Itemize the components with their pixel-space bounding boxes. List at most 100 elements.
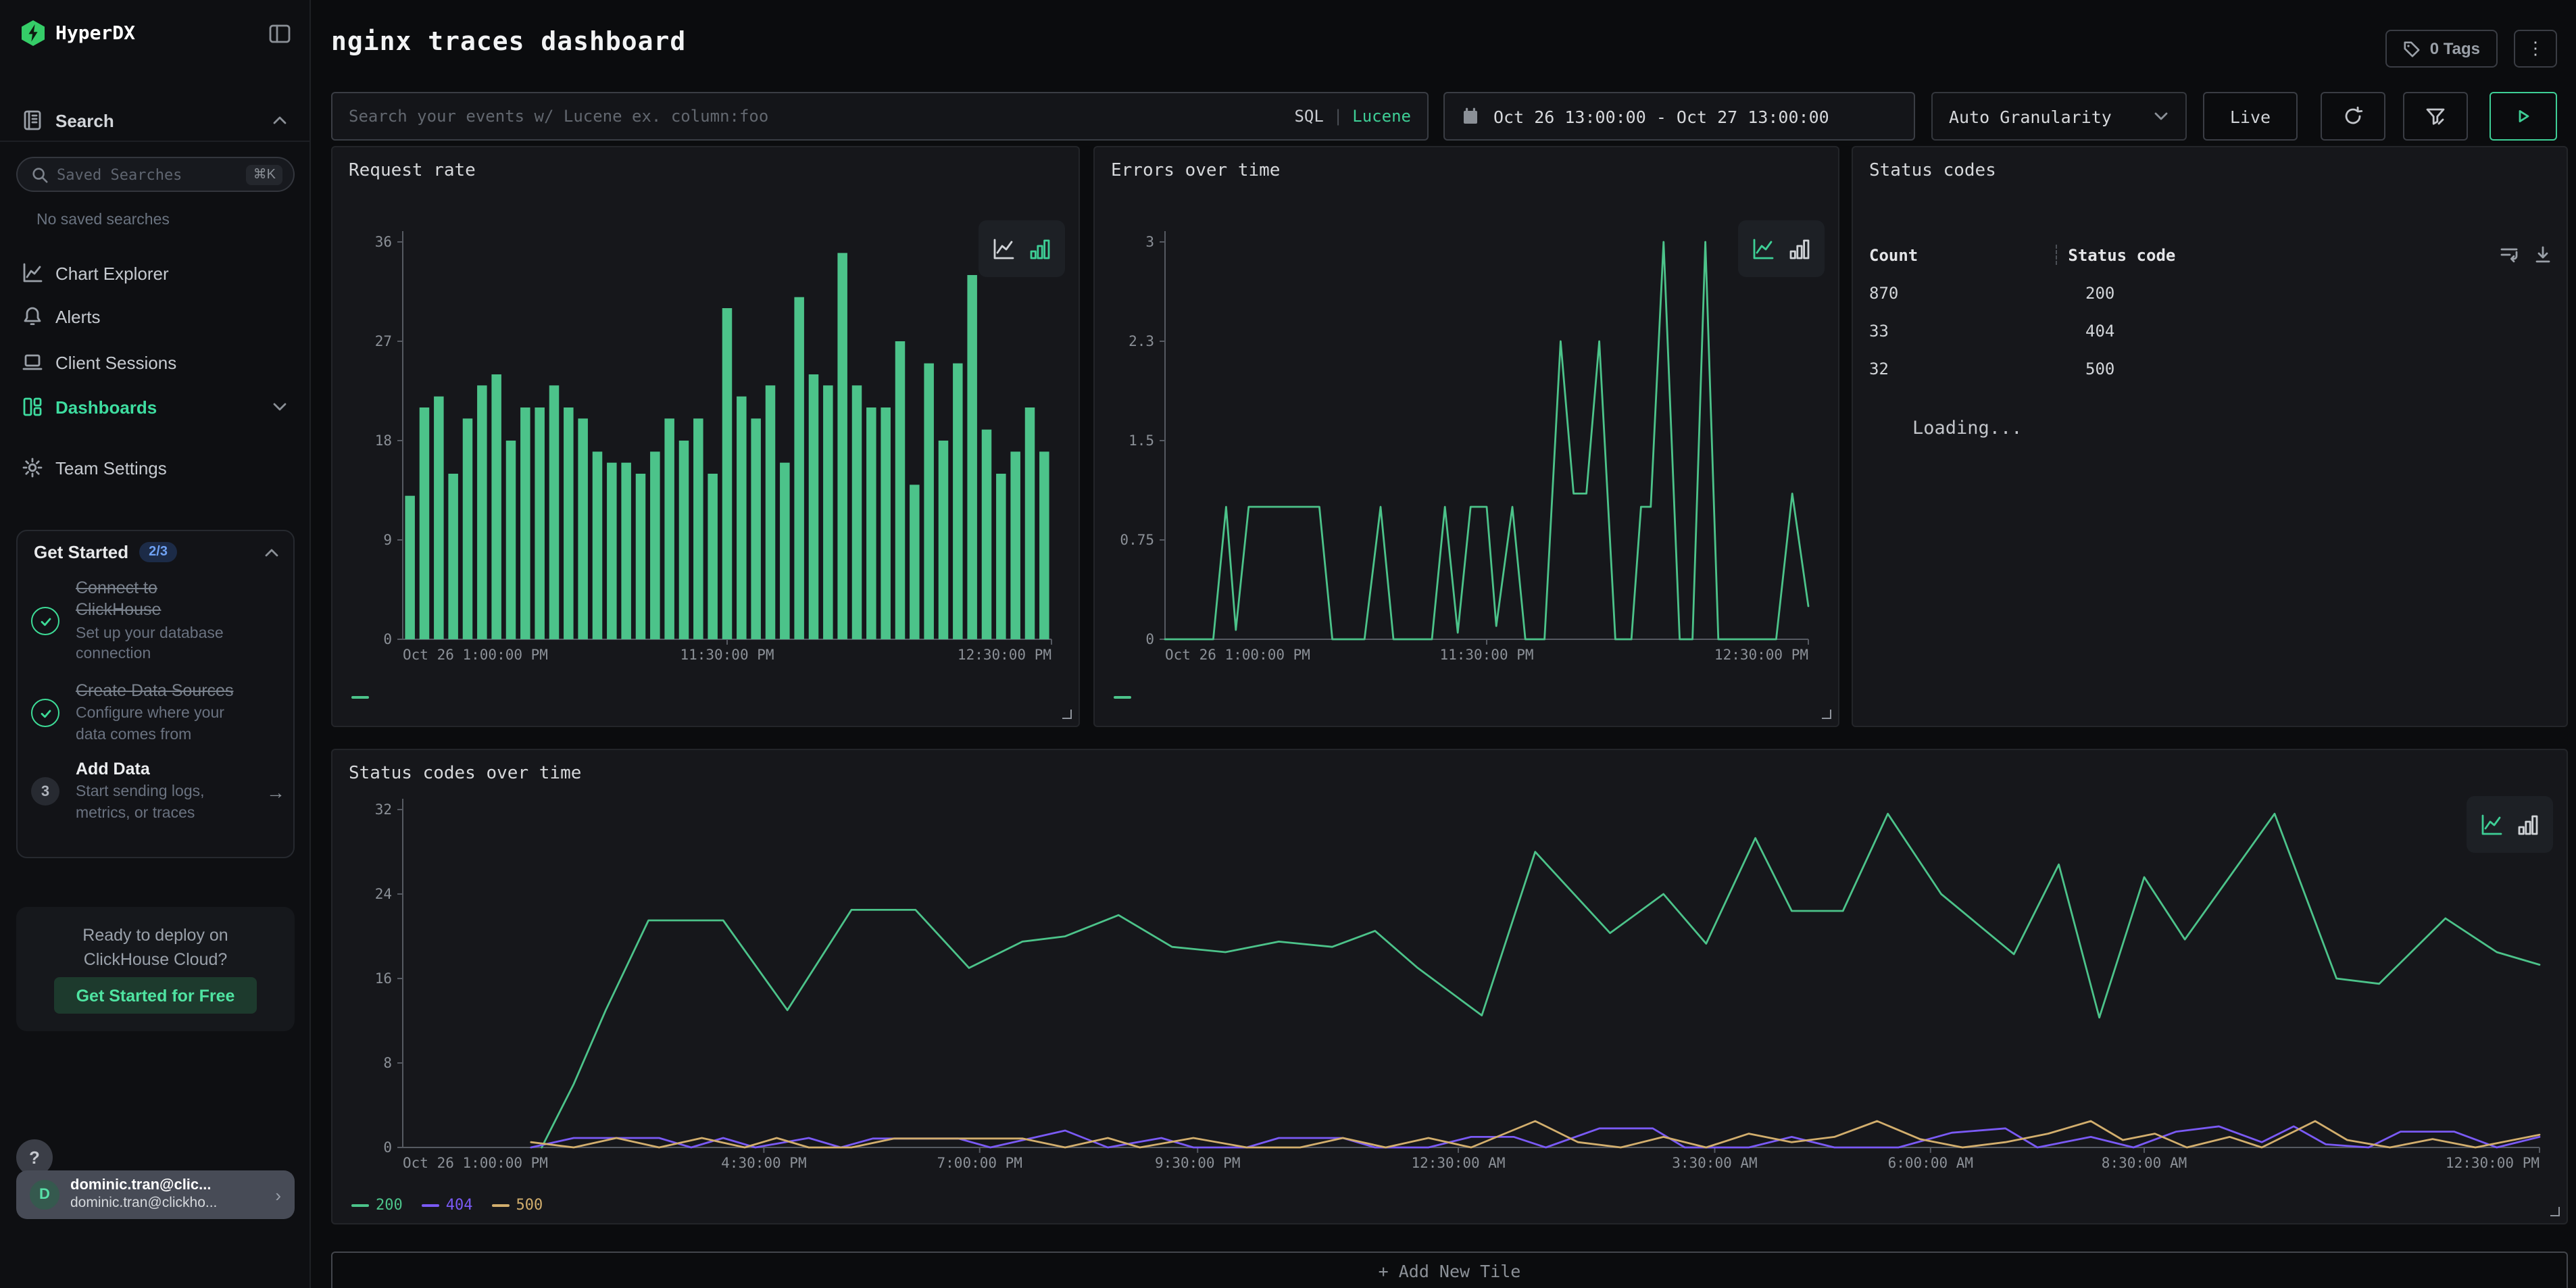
table-header: Count Status code: [1869, 245, 2553, 265]
svg-text:12:30:00 PM: 12:30:00 PM: [958, 647, 1051, 663]
sidebar-collapse-icon[interactable]: [269, 23, 291, 45]
shortcut-badge: ⌘K: [247, 164, 282, 184]
run-query-button[interactable]: [2490, 92, 2557, 141]
date-range-value: Oct 26 13:00:00 - Oct 27 13:00:00: [1493, 106, 1829, 126]
svg-text:0.75: 0.75: [1120, 532, 1154, 548]
tile-title: Status codes: [1869, 161, 1996, 181]
column-resize-handle[interactable]: [2056, 245, 2057, 265]
more-options-button[interactable]: ⋮: [2514, 30, 2557, 68]
event-search-input[interactable]: [349, 107, 1281, 126]
brand-name: HyperDX: [55, 22, 135, 44]
tile-title: Status codes over time: [349, 764, 581, 784]
filter-funnel-icon: [2425, 105, 2446, 127]
chevron-up-icon[interactable]: [264, 544, 280, 560]
granularity-select[interactable]: Auto Granularity: [1931, 92, 2187, 141]
sidebar-item-alerts[interactable]: Alerts: [0, 299, 309, 334]
laptop-icon: [22, 351, 43, 373]
step-desc: Start sending logs,metrics, or traces: [76, 783, 250, 825]
sidebar-item-team-settings[interactable]: Team Settings: [0, 450, 309, 485]
svg-text:8: 8: [383, 1055, 392, 1071]
kebab-icon: ⋮: [2527, 38, 2544, 59]
event-search-box[interactable]: SQL | Lucene: [331, 92, 1429, 141]
svg-text:0: 0: [383, 631, 392, 647]
get-started-step-sources[interactable]: Create Data Sources Configure where your…: [31, 680, 285, 747]
line-chart-icon[interactable]: [1752, 237, 1775, 260]
table-row[interactable]: 32 500: [1869, 360, 2553, 378]
get-started-title: Get Started: [34, 542, 128, 562]
bell-icon: [22, 305, 43, 327]
loading-indicator: Loading...: [1912, 418, 2023, 439]
cell-count: 33: [1869, 322, 2072, 341]
resize-handle[interactable]: [1822, 710, 1831, 719]
tags-label: 0 Tags: [2430, 39, 2480, 58]
get-started-step-connect[interactable]: Connect toClickHouse Set up your databas…: [31, 577, 285, 666]
main-content: nginx traces dashboard 0 Tags ⋮ SQL | Lu…: [311, 0, 2576, 1288]
line-chart-icon[interactable]: [992, 237, 1015, 260]
lucene-toggle[interactable]: Lucene: [1352, 107, 1411, 126]
download-icon[interactable]: [2533, 245, 2553, 265]
svg-text:27: 27: [375, 333, 392, 349]
get-started-free-button[interactable]: Get Started for Free: [54, 977, 257, 1014]
svg-text:Oct 26 1:00:00 PM: Oct 26 1:00:00 PM: [403, 1155, 548, 1171]
saved-searches-input[interactable]: [57, 166, 239, 183]
check-circle-icon: [31, 608, 59, 636]
date-range-picker[interactable]: Oct 26 13:00:00 - Oct 27 13:00:00: [1443, 92, 1915, 141]
wrap-lines-icon[interactable]: [2499, 245, 2519, 265]
chevron-up-icon[interactable]: [272, 112, 288, 128]
filter-button[interactable]: [2403, 92, 2468, 141]
sidebar-item-chart-explorer[interactable]: Chart Explorer: [0, 255, 309, 291]
legend-item: 500: [492, 1196, 543, 1214]
errors-over-time-chart[interactable]: 00.751.52.33Oct 26 1:00:00 PM11:30:00 PM…: [1108, 223, 1825, 674]
avatar: D: [30, 1180, 59, 1210]
tags-button[interactable]: 0 Tags: [2385, 30, 2498, 68]
status-codes-over-time-chart[interactable]: 08162432Oct 26 1:00:00 PM4:30:00 PM7:00:…: [346, 791, 2556, 1183]
line-chart-icon[interactable]: [2480, 813, 2503, 836]
cell-count: 870: [1869, 284, 2072, 303]
svg-text:12:30:00 PM: 12:30:00 PM: [1714, 647, 1808, 663]
chevron-right-icon: ›: [275, 1185, 281, 1205]
tile-status-codes: Status codes Count Status code 870 200: [1852, 146, 2568, 727]
arrow-right-icon: →: [266, 781, 285, 802]
sidebar-item-label: Search: [55, 110, 114, 130]
column-header-count[interactable]: Count: [1869, 245, 2056, 264]
table-row[interactable]: 33 404: [1869, 322, 2553, 341]
sql-toggle[interactable]: SQL: [1294, 107, 1323, 126]
sidebar-item-label: Chart Explorer: [55, 263, 169, 283]
user-menu[interactable]: D dominic.tran@clic... dominic.tran@clic…: [16, 1170, 295, 1219]
legend-item: 404: [422, 1196, 473, 1214]
sidebar-item-dashboards[interactable]: Dashboards: [0, 389, 309, 424]
cell-status-code: 500: [2072, 360, 2553, 378]
bar-chart-icon[interactable]: [2517, 813, 2540, 836]
sidebar-item-client-sessions[interactable]: Client Sessions: [0, 345, 309, 380]
granularity-value: Auto Granularity: [1949, 106, 2112, 126]
chevron-down-icon[interactable]: [272, 399, 288, 415]
svg-text:12:30:00 AM: 12:30:00 AM: [1411, 1155, 1505, 1171]
get-started-card: Get Started 2/3 Connect toClickHouse Set…: [16, 530, 295, 858]
table-row[interactable]: 870 200: [1869, 284, 2553, 303]
live-button[interactable]: Live: [2203, 92, 2298, 141]
sidebar-item-search[interactable]: Search: [0, 103, 309, 138]
get-started-step-add-data[interactable]: 3 Add Data Start sending logs,metrics, o…: [31, 758, 285, 825]
column-header-status-code[interactable]: Status code: [2068, 245, 2499, 264]
request-rate-chart[interactable]: 09182736Oct 26 1:00:00 PM11:30:00 PM12:3…: [346, 223, 1068, 674]
resize-handle[interactable]: [1062, 710, 1072, 719]
legend-label: 404: [446, 1196, 473, 1214]
refresh-button[interactable]: [2321, 92, 2385, 141]
resize-handle[interactable]: [2550, 1207, 2560, 1216]
user-email: dominic.tran@clickho...: [70, 1195, 217, 1213]
sidebar-item-label: Alerts: [55, 306, 100, 326]
bar-chart-icon[interactable]: [1029, 237, 1051, 260]
add-new-tile-button[interactable]: + Add New Tile: [331, 1252, 2568, 1288]
saved-searches-box[interactable]: ⌘K: [16, 157, 295, 192]
svg-text:7:00:00 PM: 7:00:00 PM: [937, 1155, 1022, 1171]
series-dash: [351, 696, 369, 699]
divider: |: [1333, 107, 1343, 126]
bar-chart-icon[interactable]: [1788, 237, 1811, 260]
tile-title: Errors over time: [1111, 161, 1280, 181]
svg-text:16: 16: [375, 970, 392, 987]
dashboards-icon: [22, 396, 43, 418]
svg-text:0: 0: [383, 1139, 392, 1156]
tile-errors-over-time: Errors over time 00.751.52.33Oct 26 1:00…: [1093, 146, 1839, 727]
brand[interactable]: HyperDX: [22, 20, 135, 46]
svg-text:Oct 26 1:00:00 PM: Oct 26 1:00:00 PM: [1165, 647, 1310, 663]
